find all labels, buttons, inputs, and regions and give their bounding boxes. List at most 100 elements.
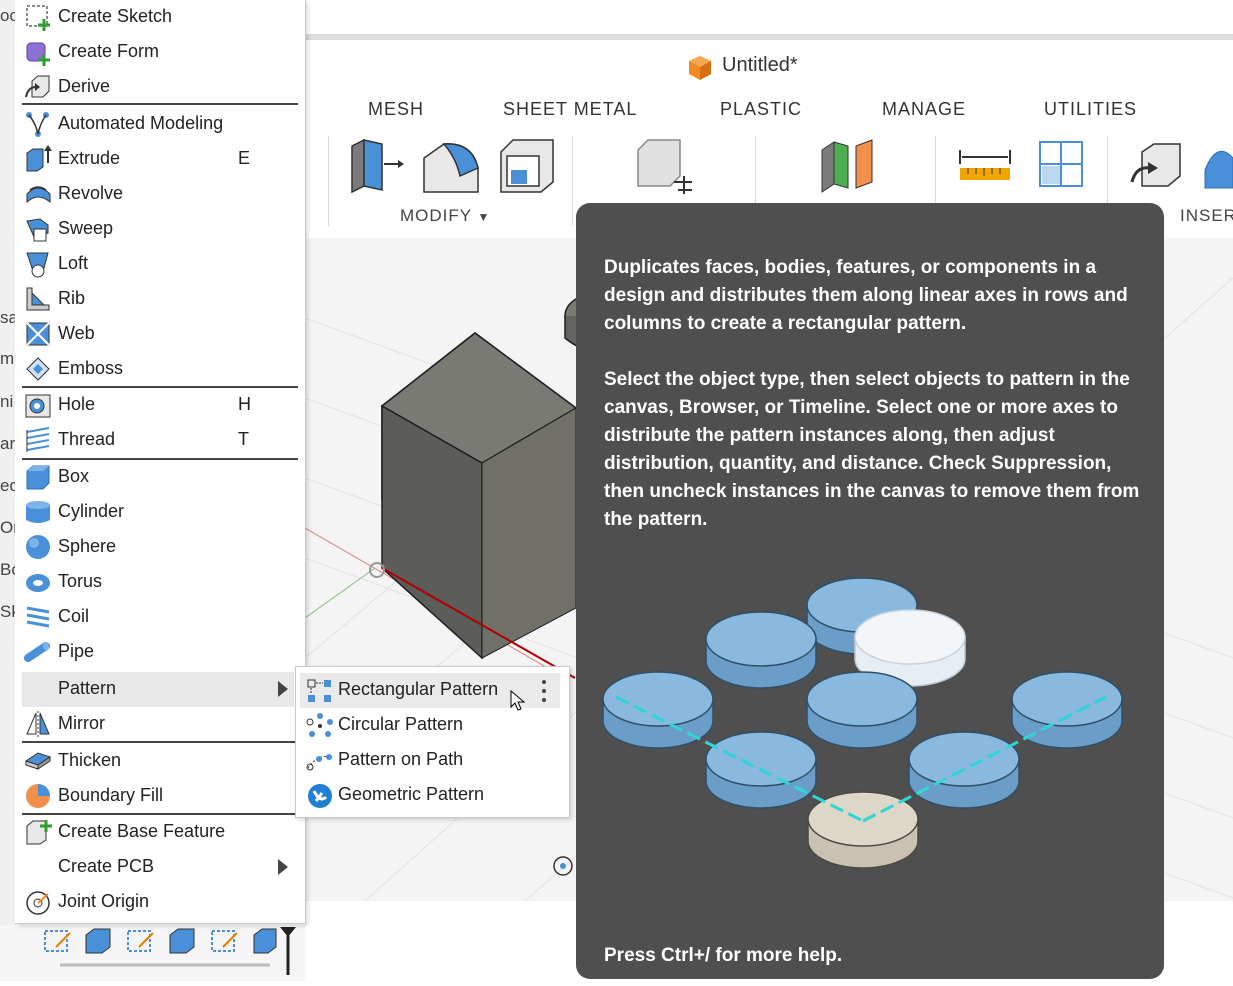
menu-item-emboss[interactable]: Emboss	[22, 352, 298, 387]
menu-item-coil[interactable]: Coil	[22, 600, 298, 635]
tooltip-description: Duplicates faces, bodies, features, or c…	[604, 257, 1128, 334]
menu-item-label: Rib	[58, 288, 86, 308]
menu-item-torus[interactable]: Torus	[22, 565, 298, 600]
menu-item-create-form[interactable]: Create Form	[22, 35, 298, 70]
menu-item-create-pcb[interactable]: Create PCB	[22, 850, 298, 885]
mouse-cursor-icon	[510, 690, 526, 711]
menu-item-boundary-fill[interactable]: Boundary Fill	[22, 779, 298, 814]
construct-plane-icon[interactable]	[634, 136, 694, 194]
tooltip-instructions: Select the object type, then select obje…	[604, 369, 1140, 530]
geometric-pattern-icon	[308, 784, 332, 808]
browser-panel-edge	[0, 0, 16, 930]
menu-item-thicken[interactable]: Thicken	[22, 744, 298, 779]
insert-derive-icon[interactable]	[1128, 140, 1184, 192]
pattern-on-path-icon	[306, 754, 333, 771]
sweep-icon	[26, 218, 49, 242]
submenu-item-label: Circular Pattern	[338, 714, 464, 734]
fillet-icon[interactable]	[420, 136, 482, 194]
top-bar	[305, 0, 1233, 34]
menu-item-revolve[interactable]: Revolve	[22, 177, 298, 212]
menu-item-label: Emboss	[58, 358, 124, 378]
menu-item-label: Sweep	[58, 218, 114, 238]
insert-label[interactable]: INSER	[1180, 206, 1233, 226]
menu-item-create-base-feature[interactable]: Create Base Feature	[22, 815, 298, 850]
document-cube-icon	[689, 56, 711, 80]
timeline-sketch-icon	[44, 930, 71, 952]
menu-item-label: Mirror	[58, 713, 105, 733]
rectangular-pattern-illustration	[602, 577, 1123, 869]
menu-item-cylinder[interactable]: Cylinder	[22, 495, 298, 530]
thread-icon	[26, 427, 50, 452]
measure-icon[interactable]	[958, 146, 1012, 182]
menu-item-label: Web	[58, 323, 95, 343]
menu-item-create-sketch[interactable]: Create Sketch	[22, 0, 298, 35]
menu-item-label: Sphere	[58, 536, 117, 556]
modify-label-text: MODIFY	[400, 206, 472, 225]
tab-mesh[interactable]: MESH	[368, 99, 424, 120]
thicken-icon	[24, 752, 52, 770]
box-icon	[26, 465, 50, 490]
browser-text-fragment: m	[0, 349, 15, 368]
menu-item-label: Create PCB	[58, 856, 155, 876]
submenu-item-pattern-on-path[interactable]: Pattern on Path	[300, 743, 560, 778]
menu-item-hole[interactable]: Hole H	[22, 388, 298, 423]
create-sketch-icon	[26, 5, 50, 31]
submenu-arrow-icon	[278, 859, 288, 875]
menu-item-label: Thread	[58, 429, 116, 449]
rib-icon	[26, 287, 50, 311]
menu-item-label: Loft	[58, 253, 89, 273]
toolbar-separator	[572, 136, 573, 226]
menu-item-label: Box	[58, 466, 90, 486]
shortcut-key: E	[238, 148, 251, 168]
submenu-item-label: Geometric Pattern	[338, 784, 485, 804]
menu-item-label: Coil	[58, 606, 90, 626]
orbit-icon	[553, 856, 573, 876]
menu-item-pattern[interactable]: Pattern	[22, 672, 294, 707]
menu-item-automated-modeling[interactable]: Automated Modeling	[22, 107, 298, 142]
press-pull-icon[interactable]	[346, 136, 404, 194]
submenu-arrow-icon	[278, 681, 288, 697]
shortcut-key: T	[238, 429, 249, 449]
tab-utilities[interactable]: UTILITIES	[1044, 99, 1137, 120]
modify-label[interactable]: MODIFY ▼	[400, 206, 490, 226]
menu-item-label: Thicken	[58, 750, 122, 770]
menu-item-label: Revolve	[58, 183, 124, 203]
menu-item-extrude[interactable]: Extrude E	[22, 142, 298, 177]
submenu-item-geometric-pattern[interactable]: Geometric Pattern	[300, 778, 560, 813]
browser-text-fragment: ar	[0, 434, 16, 453]
timeline-extrude-icon	[253, 928, 277, 954]
menu-item-label: Pattern	[58, 678, 117, 698]
menu-item-box[interactable]: Box	[22, 460, 298, 495]
more-options-icon[interactable]	[542, 679, 546, 703]
menu-item-mirror[interactable]: Mirror	[22, 707, 298, 742]
submenu-item-circular-pattern[interactable]: Circular Pattern	[300, 708, 560, 743]
menu-item-sweep[interactable]: Sweep	[22, 212, 298, 247]
menu-item-thread[interactable]: Thread T	[22, 423, 298, 458]
menu-item-label: Create Form	[58, 41, 160, 61]
tab-manage[interactable]: MANAGE	[882, 99, 966, 120]
menu-item-web[interactable]: Web	[22, 317, 298, 352]
timeline-extrude-icon	[169, 928, 195, 954]
menu-item-joint-origin[interactable]: Joint Origin	[22, 885, 298, 920]
assemble-icon[interactable]	[818, 136, 876, 194]
sphere-icon	[26, 535, 50, 559]
menu-item-sphere[interactable]: Sphere	[22, 530, 298, 565]
shell-icon[interactable]	[497, 136, 557, 194]
tab-plastic[interactable]: PLASTIC	[720, 99, 802, 120]
modify-dropdown-caret-icon: ▼	[477, 210, 491, 224]
menu-item-pipe[interactable]: Pipe	[22, 635, 298, 670]
web-icon	[26, 322, 50, 346]
shortcut-key: H	[238, 394, 251, 414]
menu-item-rib[interactable]: Rib	[22, 282, 298, 317]
menu-item-label: Extrude	[58, 148, 121, 168]
insert-surface-icon[interactable]	[1203, 140, 1233, 192]
section-analysis-icon[interactable]	[1036, 138, 1086, 190]
create-form-icon	[26, 42, 50, 66]
menu-item-label: Create Sketch	[58, 6, 173, 26]
timeline-features	[44, 927, 296, 975]
menu-item-derive[interactable]: Derive	[22, 70, 298, 105]
menu-item-label: Cylinder	[58, 501, 125, 521]
menu-item-loft[interactable]: Loft	[22, 247, 298, 282]
tab-sheet-metal[interactable]: SHEET METAL	[503, 99, 637, 120]
menu-item-label: Automated Modeling	[58, 113, 224, 133]
